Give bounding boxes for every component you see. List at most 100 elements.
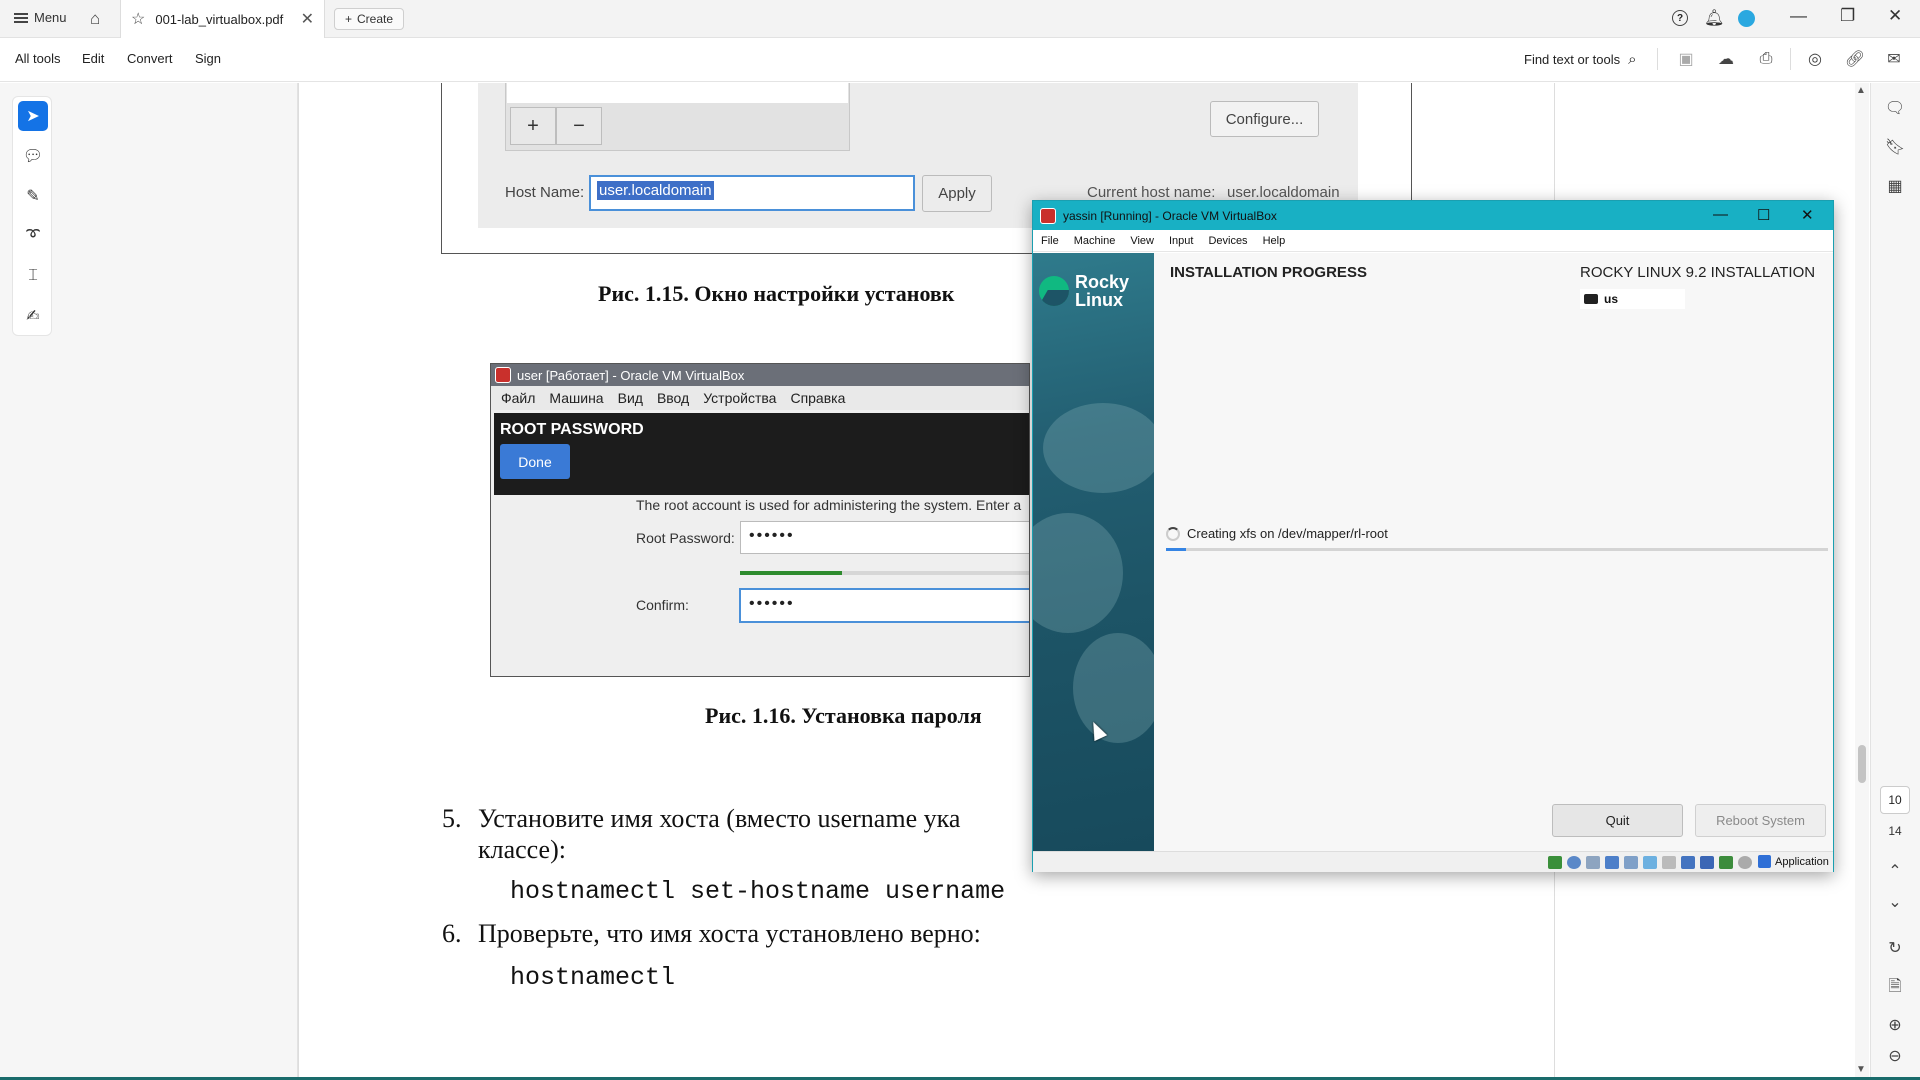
add-comment-icon[interactable]: 💬︎ bbox=[18, 141, 48, 171]
vbox-maximize-icon[interactable]: ☐ bbox=[1757, 206, 1770, 224]
vbox-close-icon[interactable]: ✕ bbox=[1801, 206, 1814, 224]
logo-word-linux: Linux bbox=[1075, 290, 1123, 310]
vbox-menu-view[interactable]: View bbox=[1130, 235, 1154, 247]
storage-icon[interactable] bbox=[1548, 856, 1562, 869]
vbox-menu-input[interactable]: Input bbox=[1169, 235, 1193, 247]
virtualbox-icon bbox=[1040, 207, 1056, 224]
select-cursor-icon[interactable]: ➤ bbox=[18, 101, 48, 131]
root-password-description: The root account is used for administeri… bbox=[636, 497, 1022, 513]
figure-1-16: user [Работает] - Oracle VM VirtualBox Ф… bbox=[490, 363, 1030, 677]
minimize-icon[interactable]: — bbox=[1790, 6, 1807, 26]
scrollbar-thumb[interactable] bbox=[1858, 745, 1866, 783]
print-icon[interactable]: ⎙ bbox=[1756, 49, 1776, 69]
zoom-in-icon[interactable]: ⊕ bbox=[1882, 1013, 1908, 1037]
root-password-title: ROOT PASSWORD bbox=[500, 421, 644, 438]
shared-folders-icon[interactable] bbox=[1643, 856, 1657, 869]
bookmarks-icon[interactable]: 🔖︎ bbox=[1882, 135, 1908, 159]
vbox-menu-devices[interactable]: Devices bbox=[1208, 235, 1247, 247]
restore-icon[interactable]: ❐ bbox=[1840, 6, 1855, 26]
recording-icon[interactable] bbox=[1681, 856, 1695, 869]
rocky-linux-logo: Rocky Linux bbox=[1039, 273, 1129, 309]
keyboard-capture-icon[interactable] bbox=[1738, 856, 1752, 869]
all-tools-menu[interactable]: All tools bbox=[15, 51, 61, 66]
rotate-icon[interactable]: ↻ bbox=[1882, 936, 1908, 960]
highlight-pen-icon[interactable]: ✎ bbox=[18, 181, 48, 211]
vbox-menu-machine[interactable]: Machine bbox=[1074, 235, 1116, 247]
product-title: ROCKY LINUX 9.2 INSTALLATION bbox=[1580, 264, 1816, 281]
close-window-icon[interactable]: ✕ bbox=[1888, 6, 1902, 26]
host-key-indicator[interactable]: Application bbox=[1758, 855, 1829, 868]
figure-window-title-text: user [Работает] - Oracle VM VirtualBox bbox=[517, 367, 745, 383]
menu-button[interactable]: Menu bbox=[14, 10, 67, 25]
rocky-logo-text: Rocky Linux bbox=[1075, 273, 1129, 309]
create-button[interactable]: + Create bbox=[334, 8, 405, 30]
add-button: + bbox=[510, 107, 556, 145]
text-select-icon[interactable]: ⌶ bbox=[18, 261, 48, 291]
host-key-icon bbox=[1758, 855, 1771, 868]
scroll-down-icon[interactable]: ▼ bbox=[1856, 1064, 1866, 1075]
figure-menu-input: Ввод bbox=[656, 390, 690, 406]
vbox-minimize-icon[interactable]: — bbox=[1713, 206, 1728, 223]
comments-icon[interactable]: 🗨︎ bbox=[1882, 96, 1908, 120]
figure-menu-devices: Устройства bbox=[703, 390, 777, 406]
current-host-label: Current host name: bbox=[1087, 184, 1216, 201]
done-button: Done bbox=[500, 444, 570, 479]
usb-icon[interactable] bbox=[1624, 856, 1638, 869]
sign-menu[interactable]: Sign bbox=[195, 51, 221, 66]
host-key-label: Application bbox=[1775, 855, 1829, 868]
edit-menu[interactable]: Edit bbox=[82, 51, 104, 66]
root-password-field: •••••• bbox=[740, 521, 1029, 554]
step-number: 5. bbox=[442, 804, 462, 833]
document-tab[interactable]: ☆ 001-lab_virtualbox.pdf ✕ bbox=[120, 0, 325, 38]
current-host-value: user.localdomain bbox=[1227, 184, 1340, 201]
right-panel bbox=[1870, 83, 1920, 1080]
quit-button[interactable]: Quit bbox=[1552, 804, 1683, 837]
vertical-scrollbar[interactable] bbox=[1855, 83, 1869, 1080]
code-line: hostnamectl bbox=[510, 963, 676, 992]
home-icon[interactable]: ⌂ bbox=[90, 9, 100, 29]
password-strength-fill bbox=[740, 571, 842, 575]
vbox-title-text: yassin [Running] - Oracle VM VirtualBox bbox=[1063, 208, 1277, 223]
divider bbox=[1657, 48, 1658, 70]
step-text: Проверьте, что имя хоста установлено вер… bbox=[478, 919, 981, 948]
close-tab-icon[interactable]: ✕ bbox=[301, 9, 314, 29]
figure-1-15-caption: Рис. 1.15. Окно настройки установк bbox=[598, 281, 955, 306]
network-icon[interactable] bbox=[1605, 856, 1619, 869]
vbox-menu-file[interactable]: File bbox=[1041, 235, 1059, 247]
link-icon[interactable]: 🔗︎ bbox=[1845, 49, 1865, 69]
draw-lasso-icon[interactable]: ➰︎ bbox=[18, 221, 48, 251]
find-text-tools[interactable]: Find text or tools ⌕ bbox=[1524, 51, 1637, 68]
scroll-up-icon[interactable]: ▲ bbox=[1856, 85, 1866, 96]
page-view-icon[interactable]: 🗎 bbox=[1882, 976, 1908, 1000]
previous-page-icon[interactable]: ⌃ bbox=[1882, 859, 1908, 883]
terrain-texture bbox=[1073, 633, 1154, 743]
notification-bell-icon[interactable]: 🔔︎ bbox=[1704, 8, 1724, 28]
optical-drive-icon[interactable] bbox=[1567, 856, 1581, 869]
keyboard-icon bbox=[1584, 294, 1598, 304]
menu-label: Menu bbox=[34, 10, 67, 25]
upload-cloud-icon[interactable]: ☁ bbox=[1716, 49, 1736, 69]
terrain-texture bbox=[1033, 513, 1123, 633]
help-icon[interactable]: ? bbox=[1672, 10, 1688, 26]
current-page-input[interactable]: 10 bbox=[1880, 786, 1910, 814]
vbox-menu-help[interactable]: Help bbox=[1263, 235, 1286, 247]
save-icon[interactable]: ▣ bbox=[1676, 49, 1696, 69]
avatar[interactable] bbox=[1738, 10, 1755, 27]
keyboard-layout[interactable]: us bbox=[1580, 289, 1685, 309]
host-name-field: user.localdomain bbox=[589, 175, 915, 211]
root-password-label: Root Password: bbox=[636, 530, 735, 546]
total-pages: 14 bbox=[1888, 824, 1902, 838]
display-icon[interactable] bbox=[1662, 856, 1676, 869]
email-icon[interactable]: ✉ bbox=[1884, 49, 1904, 69]
share-user-icon[interactable]: ◎ bbox=[1805, 49, 1825, 69]
cpu-icon[interactable] bbox=[1700, 856, 1714, 869]
mouse-integration-icon[interactable] bbox=[1719, 856, 1733, 869]
thumbnails-grid-icon[interactable]: ▦ bbox=[1882, 174, 1908, 198]
zoom-out-icon[interactable]: ⊖ bbox=[1882, 1044, 1908, 1068]
next-page-icon[interactable]: ⌄ bbox=[1882, 890, 1908, 914]
fill-sign-icon[interactable]: ✍︎ bbox=[18, 301, 48, 331]
convert-menu[interactable]: Convert bbox=[127, 51, 173, 66]
audio-icon[interactable] bbox=[1586, 856, 1600, 869]
virtualbox-window[interactable]: yassin [Running] - Oracle VM VirtualBox … bbox=[1032, 200, 1834, 872]
star-icon[interactable]: ☆ bbox=[131, 9, 145, 29]
